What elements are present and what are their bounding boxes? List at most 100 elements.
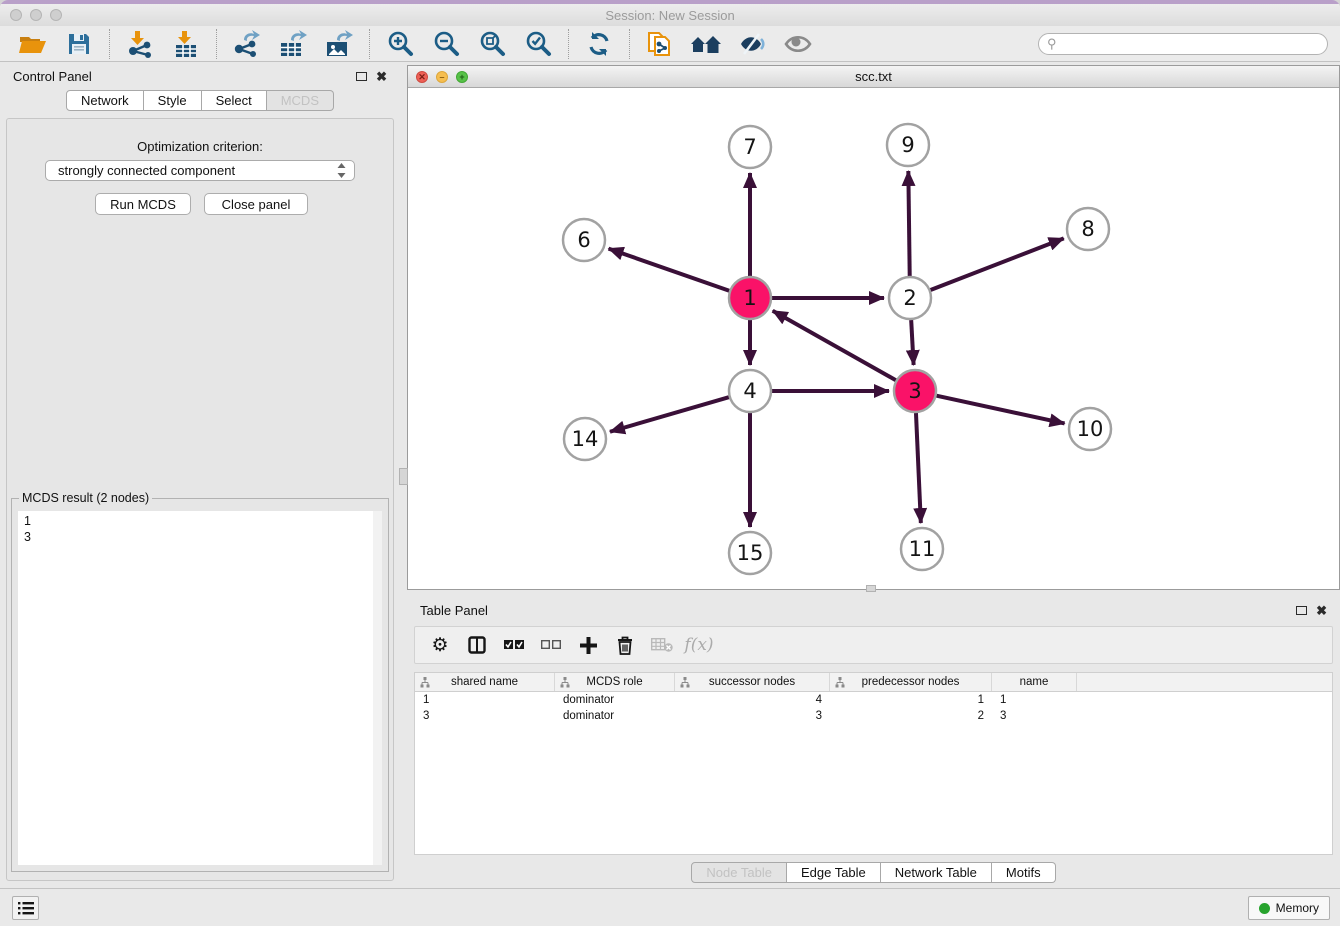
maximize-window-icon[interactable] [50,9,62,21]
memory-status-icon [1259,903,1270,914]
import-network-icon [126,30,154,58]
graph-node-label: 15 [737,541,764,565]
import-table-button[interactable] [165,28,207,60]
task-history-button[interactable] [12,896,39,920]
graph-edge-2-9[interactable] [908,171,909,276]
tab-select[interactable]: Select [202,90,267,111]
graph-edge-1-6[interactable] [609,249,730,291]
table-cell[interactable]: 2 [830,710,992,722]
close-window-icon[interactable] [10,9,22,21]
select-all-rows-icon[interactable] [503,633,525,657]
network-minimize-icon[interactable]: – [436,71,448,83]
network-maximize-icon[interactable]: + [456,71,468,83]
graph-edge-2-8[interactable] [931,238,1064,290]
run-mcds-button[interactable]: Run MCDS [95,193,191,215]
clone-network-button[interactable] [639,28,681,60]
graph-edge-3-10[interactable] [936,396,1064,424]
table-cell[interactable]: 1 [830,694,992,706]
table-cell[interactable]: 1 [415,694,555,706]
optimization-criterion-select[interactable]: strongly connected component [45,160,355,181]
delete-column-icon[interactable] [614,633,636,657]
zoom-in-button[interactable] [379,28,421,60]
graph-edge-4-14[interactable] [610,397,729,432]
table-panel-title: Table Panel [420,603,488,618]
graph-edge-3-11[interactable] [916,413,921,523]
table-cell[interactable]: dominator [555,694,675,706]
tab-node-table[interactable]: Node Table [691,862,787,883]
export-table-button[interactable] [272,28,314,60]
delete-table-icon[interactable] [651,633,673,657]
function-builder-icon[interactable]: f(x) [688,633,710,657]
import-network-button[interactable] [119,28,161,60]
clone-network-icon [646,29,674,59]
graph-edge-2-3[interactable] [911,320,913,365]
open-file-button[interactable] [12,28,54,60]
network-window-title: scc.txt [855,69,892,84]
tab-style[interactable]: Style [144,90,202,111]
close-panel-icon[interactable]: ✖ [376,70,387,83]
titlebar[interactable]: Session: New Session [0,4,1340,26]
graph-node-label: 14 [572,427,599,451]
graph-edge-3-1[interactable] [773,311,896,380]
save-session-button[interactable] [58,28,100,60]
tab-mcds[interactable]: MCDS [267,90,334,111]
table-panel: Table Panel ✖ ⚙ [407,596,1340,888]
hide-labels-button[interactable] [731,28,773,60]
zoom-out-button[interactable] [425,28,467,60]
column-header-name[interactable]: name [992,673,1077,691]
window-traffic-lights[interactable] [10,9,62,21]
node-table[interactable]: shared nameMCDS rolesuccessor nodesprede… [414,672,1333,855]
float-panel-icon[interactable] [356,72,367,81]
table-cell[interactable]: 4 [675,694,830,706]
toolbar-separator [568,29,569,59]
network-window-titlebar[interactable]: ✕ – + scc.txt [408,66,1339,88]
memory-button[interactable]: Memory [1248,896,1330,920]
search-input[interactable] [1062,37,1319,51]
vertical-splitter-handle[interactable] [399,468,408,485]
horizontal-splitter-handle[interactable] [866,585,876,592]
export-table-icon [278,30,308,58]
search-box[interactable]: ⚲ [1038,33,1328,55]
float-panel-icon[interactable] [1296,606,1307,615]
refresh-layout-button[interactable] [578,28,620,60]
dropdown-value: strongly connected component [58,163,337,178]
add-column-icon[interactable] [577,633,599,657]
application-window: Session: New Session [0,0,1340,926]
show-graphics-button[interactable] [777,28,819,60]
tab-network[interactable]: Network [66,90,144,111]
first-neighbors-button[interactable] [685,28,727,60]
table-row[interactable]: 1dominator411 [415,692,1332,708]
table-row[interactable]: 3dominator323 [415,708,1332,724]
mcds-result-text[interactable]: 13 [18,511,382,865]
network-graph[interactable]: 7968124314101511 [408,89,1339,589]
status-bar: Memory [0,888,1340,926]
network-canvas[interactable]: 7968124314101511 [408,89,1339,589]
export-network-button[interactable] [226,28,268,60]
minimize-window-icon[interactable] [30,9,42,21]
column-header-predecessor-nodes[interactable]: predecessor nodes [830,673,992,691]
export-network-icon [232,30,262,58]
table-cell[interactable]: dominator [555,710,675,722]
deselect-all-rows-icon[interactable] [540,633,562,657]
table-cell[interactable]: 1 [992,694,1077,706]
mcds-result-line: 1 [24,513,376,529]
export-image-button[interactable] [318,28,360,60]
column-visibility-icon[interactable] [466,633,488,657]
toolbar-separator [369,29,370,59]
network-close-icon[interactable]: ✕ [416,71,428,83]
table-cell[interactable]: 3 [415,710,555,722]
tab-edge-table[interactable]: Edge Table [787,862,881,883]
control-panel-header: Control Panel ✖ [0,62,400,90]
table-cell[interactable]: 3 [992,710,1077,722]
close-panel-button[interactable]: Close panel [204,193,308,215]
column-header-shared-name[interactable]: shared name [415,673,555,691]
tab-motifs[interactable]: Motifs [992,862,1056,883]
tab-network-table[interactable]: Network Table [881,862,992,883]
close-panel-icon[interactable]: ✖ [1316,604,1327,617]
zoom-fit-button[interactable] [471,28,513,60]
table-cell[interactable]: 3 [675,710,830,722]
zoom-selected-button[interactable] [517,28,559,60]
settings-gear-icon[interactable]: ⚙ [429,633,451,657]
column-header-MCDS-role[interactable]: MCDS role [555,673,675,691]
column-header-successor-nodes[interactable]: successor nodes [675,673,830,691]
